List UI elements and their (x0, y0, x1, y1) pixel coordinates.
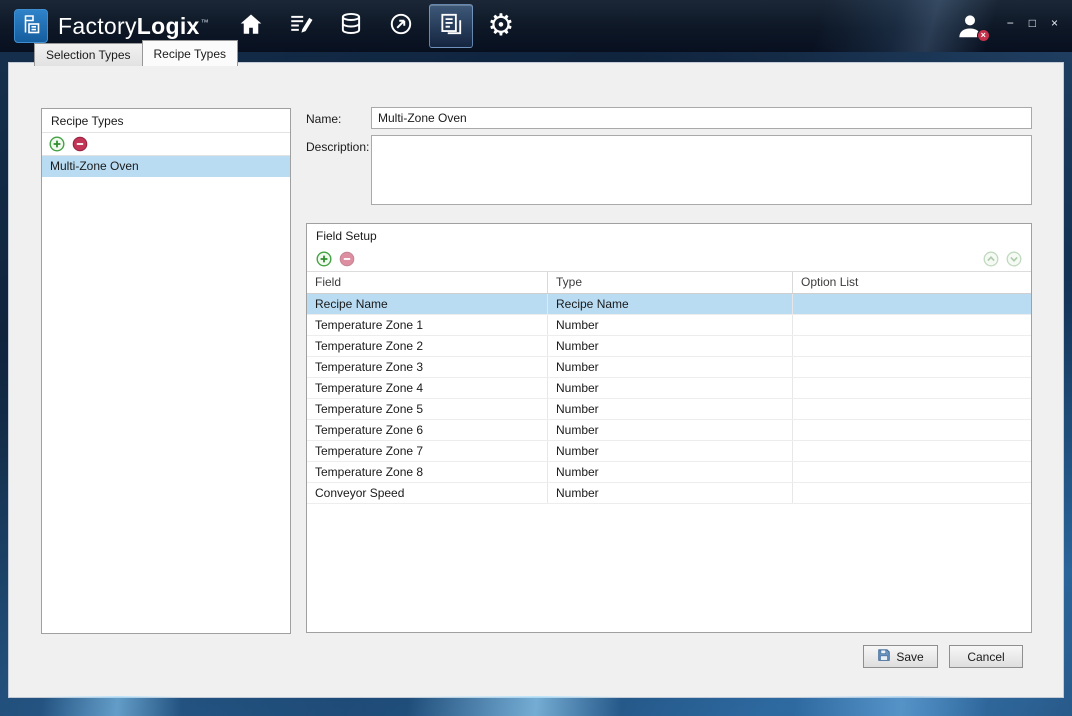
remove-field-button[interactable] (339, 251, 355, 267)
table-cell: Number (548, 357, 793, 377)
table-cell: Number (548, 483, 793, 503)
field-setup-header: Field Setup (307, 224, 1031, 247)
tab-selection-types[interactable]: Selection Types (34, 43, 143, 66)
column-header[interactable]: Type (548, 272, 793, 293)
table-cell: Temperature Zone 6 (307, 420, 548, 440)
table-cell: Temperature Zone 2 (307, 336, 548, 356)
save-button-label: Save (896, 650, 923, 664)
table-cell: Temperature Zone 7 (307, 441, 548, 461)
table-row[interactable]: Recipe NameRecipe Name (307, 294, 1031, 315)
table-cell: Temperature Zone 1 (307, 315, 548, 335)
table-cell: Number (548, 336, 793, 356)
add-recipe-type-button[interactable] (49, 136, 65, 152)
window-frame-decoration (0, 696, 1072, 716)
documents-icon (438, 11, 464, 42)
table-row[interactable]: Temperature Zone 8Number (307, 462, 1031, 483)
table-cell: Recipe Name (307, 294, 548, 314)
nav-edit-list-button[interactable] (279, 4, 323, 48)
table-cell (793, 441, 1031, 461)
table-cell (793, 399, 1031, 419)
recipe-types-toolbar (42, 133, 290, 156)
factorylogix-logo-icon (19, 12, 43, 41)
table-cell: Number (548, 441, 793, 461)
table-cell: Temperature Zone 5 (307, 399, 548, 419)
field-table-header-row: FieldTypeOption List (307, 271, 1031, 294)
nav-database-button[interactable] (329, 4, 373, 48)
recipe-types-box: Recipe Types Multi-Zone Oven (41, 108, 291, 634)
table-cell: Temperature Zone 3 (307, 357, 548, 377)
table-cell: Number (548, 378, 793, 398)
table-cell: Number (548, 315, 793, 335)
table-cell (793, 378, 1031, 398)
add-field-button[interactable] (316, 251, 332, 267)
table-cell (793, 357, 1031, 377)
database-icon (338, 11, 364, 42)
table-cell (793, 462, 1031, 482)
maximize-button[interactable]: □ (1029, 16, 1036, 30)
logout-badge-icon: × (977, 29, 990, 42)
window-controls: − □ × (1007, 16, 1058, 30)
table-row[interactable]: Temperature Zone 6Number (307, 420, 1031, 441)
nav-compass-button[interactable] (379, 4, 423, 48)
brand-factory: Factory (58, 13, 137, 39)
user-button[interactable]: × (955, 11, 985, 41)
move-field-down-button[interactable] (1006, 251, 1022, 267)
titlebar-right: × − □ × (955, 11, 1058, 41)
app-brand: FactoryLogix™ (58, 13, 209, 40)
table-row[interactable]: Temperature Zone 7Number (307, 441, 1031, 462)
cancel-button[interactable]: Cancel (949, 645, 1023, 668)
content-panel: Selection Types Recipe Types Recipe Type… (8, 62, 1064, 698)
table-cell: Temperature Zone 4 (307, 378, 548, 398)
tab-recipe-types[interactable]: Recipe Types (142, 40, 239, 66)
field-table-body: Recipe NameRecipe NameTemperature Zone 1… (307, 294, 1031, 504)
minimize-button[interactable]: − (1007, 16, 1014, 30)
app-window: FactoryLogix™ (0, 0, 1072, 716)
name-input[interactable] (371, 107, 1032, 129)
table-cell: Number (548, 462, 793, 482)
recipe-types-box-header: Recipe Types (42, 109, 290, 133)
name-label: Name: (306, 112, 341, 126)
table-cell: Number (548, 420, 793, 440)
compass-icon (388, 11, 414, 42)
column-header[interactable]: Option List (793, 272, 1031, 293)
table-cell (793, 315, 1031, 335)
save-button[interactable]: Save (863, 645, 938, 668)
description-input[interactable] (371, 135, 1032, 205)
table-row[interactable]: Temperature Zone 4Number (307, 378, 1031, 399)
edit-list-icon (288, 11, 314, 42)
recipe-type-list-item[interactable]: Multi-Zone Oven (42, 156, 290, 177)
close-button[interactable]: × (1051, 16, 1058, 30)
home-icon (238, 11, 264, 42)
factorylogix-logo (14, 9, 48, 43)
table-row[interactable]: Temperature Zone 3Number (307, 357, 1031, 378)
table-cell: Conveyor Speed (307, 483, 548, 503)
nav-documents-button[interactable] (429, 4, 473, 48)
table-cell: Temperature Zone 8 (307, 462, 548, 482)
table-row[interactable]: Temperature Zone 5Number (307, 399, 1031, 420)
cancel-button-label: Cancel (967, 650, 1004, 664)
move-field-up-button[interactable] (983, 251, 999, 267)
field-setup-toolbar (307, 247, 1031, 271)
table-cell (793, 483, 1031, 503)
table-cell (793, 336, 1031, 356)
brand-trademark: ™ (201, 18, 209, 27)
column-header[interactable]: Field (307, 272, 548, 293)
gear-icon: ⚙ (488, 11, 515, 41)
tabstrip: Selection Types Recipe Types (34, 40, 237, 66)
nav-settings-button[interactable]: ⚙ (479, 4, 523, 48)
description-label: Description: (306, 140, 369, 154)
table-row[interactable]: Temperature Zone 2Number (307, 336, 1031, 357)
table-cell (793, 420, 1031, 440)
field-setup-box: Field Setup FieldTypeOption List Recipe … (306, 223, 1032, 633)
save-icon (877, 648, 891, 665)
remove-recipe-type-button[interactable] (72, 136, 88, 152)
table-row[interactable]: Temperature Zone 1Number (307, 315, 1031, 336)
table-cell (793, 294, 1031, 314)
main-nav: ⚙ (229, 4, 523, 48)
table-cell: Recipe Name (548, 294, 793, 314)
table-row[interactable]: Conveyor SpeedNumber (307, 483, 1031, 504)
recipe-type-list: Multi-Zone Oven (42, 156, 290, 177)
brand-logix: Logix (137, 13, 200, 39)
table-cell: Number (548, 399, 793, 419)
